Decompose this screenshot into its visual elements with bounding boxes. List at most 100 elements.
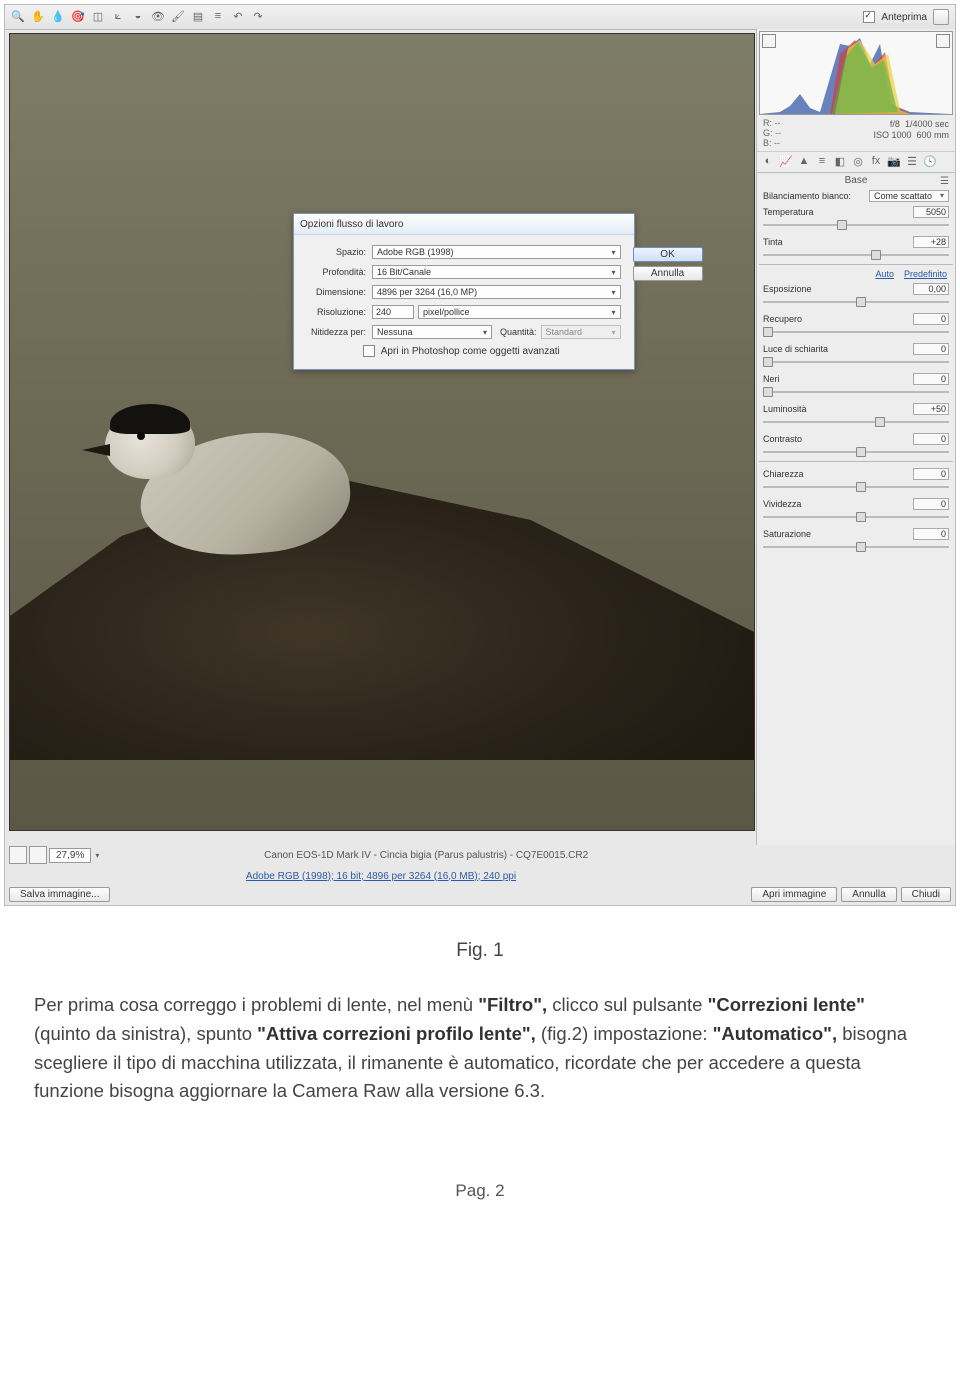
exposure-slider[interactable] xyxy=(763,297,949,307)
cancel-button[interactable]: Annulla xyxy=(633,266,703,281)
vibrance-label: Vividezza xyxy=(763,499,913,509)
clarity-label: Chiarezza xyxy=(763,469,913,479)
brightness-value[interactable]: +50 xyxy=(913,403,949,415)
depth-select[interactable]: 16 Bit/Canale xyxy=(372,265,621,279)
fullscreen-toggle-icon[interactable] xyxy=(933,9,949,25)
contrast-label: Contrasto xyxy=(763,434,913,444)
straighten-tool-icon[interactable]: ⟀ xyxy=(111,10,125,24)
rotate-cw-icon[interactable]: ↷ xyxy=(251,10,265,24)
zoom-in-button[interactable] xyxy=(29,846,47,864)
cancel-bottom-button[interactable]: Annulla xyxy=(841,887,896,902)
saturation-slider[interactable] xyxy=(763,542,949,552)
zoom-level[interactable]: 27,9% xyxy=(49,848,91,863)
space-select[interactable]: Adobe RGB (1998) xyxy=(372,245,621,259)
clarity-slider[interactable] xyxy=(763,482,949,492)
hand-tool-icon[interactable]: ✋ xyxy=(31,10,45,24)
quantity-label: Quantità: xyxy=(500,327,537,337)
panel-menu-icon[interactable]: ☰ xyxy=(940,176,949,187)
vibrance-value[interactable]: 0 xyxy=(913,498,949,510)
split-tab-icon[interactable]: ◧ xyxy=(833,155,847,169)
brightness-slider[interactable] xyxy=(763,417,949,427)
workflow-options-link[interactable]: Adobe RGB (1998); 16 bit; 4896 per 3264 … xyxy=(246,871,516,882)
dimension-select[interactable]: 4896 per 3264 (16,0 MP) xyxy=(372,285,621,299)
exposure-value[interactable]: 0,00 xyxy=(913,283,949,295)
recovery-slider[interactable] xyxy=(763,327,949,337)
panel-tabs: ◐ 📈 ▲ ≡ ◧ ◎ fx 📷 ☰ 🕓 xyxy=(757,152,955,173)
wb-label: Bilanciamento bianco: xyxy=(763,191,869,201)
fill-light-slider[interactable] xyxy=(763,357,949,367)
file-info: Canon EOS-1D Mark IV - Cincia bigia (Par… xyxy=(264,850,588,861)
presets-tab-icon[interactable]: ☰ xyxy=(905,155,919,169)
fill-light-value[interactable]: 0 xyxy=(913,343,949,355)
auto-link[interactable]: Auto xyxy=(875,269,894,279)
camera-raw-window: 🔍 ✋ 💧 🎯 ◫ ⟀ ◒ 👁 🖌 ▤ ≡ ↶ ↷ Anteprima xyxy=(4,4,956,906)
contrast-value[interactable]: 0 xyxy=(913,433,949,445)
redeye-tool-icon[interactable]: 👁 xyxy=(151,10,165,24)
ok-button[interactable]: OK xyxy=(633,247,703,262)
detail-tab-icon[interactable]: ▲ xyxy=(797,155,811,169)
quantity-select: Standard xyxy=(541,325,621,339)
fill-light-label: Luce di schiarita xyxy=(763,344,913,354)
wb-select[interactable]: Come scattato xyxy=(869,190,949,202)
bottom-buttons: Salva immagine... Apri immagine Annulla … xyxy=(9,885,951,903)
rotate-ccw-icon[interactable]: ↶ xyxy=(231,10,245,24)
lens-tab-icon[interactable]: ◎ xyxy=(851,155,865,169)
image-preview[interactable] xyxy=(9,33,755,831)
blacks-slider[interactable] xyxy=(763,387,949,397)
space-label: Spazio: xyxy=(302,247,366,257)
zoom-tool-icon[interactable]: 🔍 xyxy=(11,10,25,24)
tint-label: Tinta xyxy=(763,237,913,247)
figure-caption: Fig. 1 xyxy=(34,936,926,965)
hsl-tab-icon[interactable]: ≡ xyxy=(815,155,829,169)
basic-tab-icon[interactable]: ◐ xyxy=(761,155,775,169)
open-image-button[interactable]: Apri immagine xyxy=(751,887,837,902)
zoom-row: 27,9% ▾ Canon EOS-1D Mark IV - Cincia bi… xyxy=(9,845,753,865)
preview-checkbox[interactable] xyxy=(863,11,875,23)
saturation-value[interactable]: 0 xyxy=(913,528,949,540)
zoom-out-button[interactable] xyxy=(9,846,27,864)
curve-tab-icon[interactable]: 📈 xyxy=(779,155,793,169)
histogram-svg xyxy=(760,34,950,114)
crop-tool-icon[interactable]: ◫ xyxy=(91,10,105,24)
brightness-label: Luminosità xyxy=(763,404,913,414)
done-button[interactable]: Chiudi xyxy=(901,887,951,902)
snapshots-tab-icon[interactable]: 🕓 xyxy=(923,155,937,169)
blacks-label: Neri xyxy=(763,374,913,384)
tint-slider[interactable] xyxy=(763,250,949,260)
depth-label: Profondità: xyxy=(302,267,366,277)
open-as-smart-checkbox[interactable] xyxy=(363,345,375,357)
clarity-value[interactable]: 0 xyxy=(913,468,949,480)
top-toolbar: 🔍 ✋ 💧 🎯 ◫ ⟀ ◒ 👁 🖌 ▤ ≡ ↶ ↷ Anteprima xyxy=(5,5,955,30)
preview-label: Anteprima xyxy=(881,12,927,23)
workflow-options-dialog: Opzioni flusso di lavoro Spazio: Adobe R… xyxy=(293,213,635,370)
vibrance-slider[interactable] xyxy=(763,512,949,522)
temperature-value[interactable]: 5050 xyxy=(913,206,949,218)
wb-tool-icon[interactable]: 💧 xyxy=(51,10,65,24)
adjust-brush-icon[interactable]: 🖌 xyxy=(171,10,185,24)
dialog-title: Opzioni flusso di lavoro xyxy=(294,214,634,235)
color-sampler-icon[interactable]: 🎯 xyxy=(71,10,85,24)
contrast-slider[interactable] xyxy=(763,447,949,457)
prefs-icon[interactable]: ≡ xyxy=(211,10,225,24)
open-as-smart-label: Apri in Photoshop come oggetti avanzati xyxy=(381,346,560,357)
preview-area xyxy=(5,29,757,845)
bird-cap-shape xyxy=(110,404,190,434)
sharpen-label: Nitidezza per: xyxy=(302,327,366,337)
tint-value[interactable]: +28 xyxy=(913,236,949,248)
save-image-button[interactable]: Salva immagine... xyxy=(9,887,110,902)
resolution-unit-select[interactable]: pixel/pollice xyxy=(418,305,621,319)
default-link[interactable]: Predefinito xyxy=(904,269,947,279)
grad-filter-icon[interactable]: ▤ xyxy=(191,10,205,24)
fx-tab-icon[interactable]: fx xyxy=(869,155,883,169)
resolution-input[interactable]: 240 xyxy=(372,305,414,319)
spot-removal-icon[interactable]: ◒ xyxy=(131,10,145,24)
temperature-slider[interactable] xyxy=(763,220,949,230)
recovery-value[interactable]: 0 xyxy=(913,313,949,325)
exposure-label: Esposizione xyxy=(763,284,913,294)
camera-tab-icon[interactable]: 📷 xyxy=(887,155,901,169)
sharpen-select[interactable]: Nessuna xyxy=(372,325,492,339)
section-header: Base ☰ xyxy=(757,173,955,188)
article-body: Fig. 1 Per prima cosa correggo i problem… xyxy=(0,914,960,1204)
log-shape xyxy=(10,440,754,760)
blacks-value[interactable]: 0 xyxy=(913,373,949,385)
